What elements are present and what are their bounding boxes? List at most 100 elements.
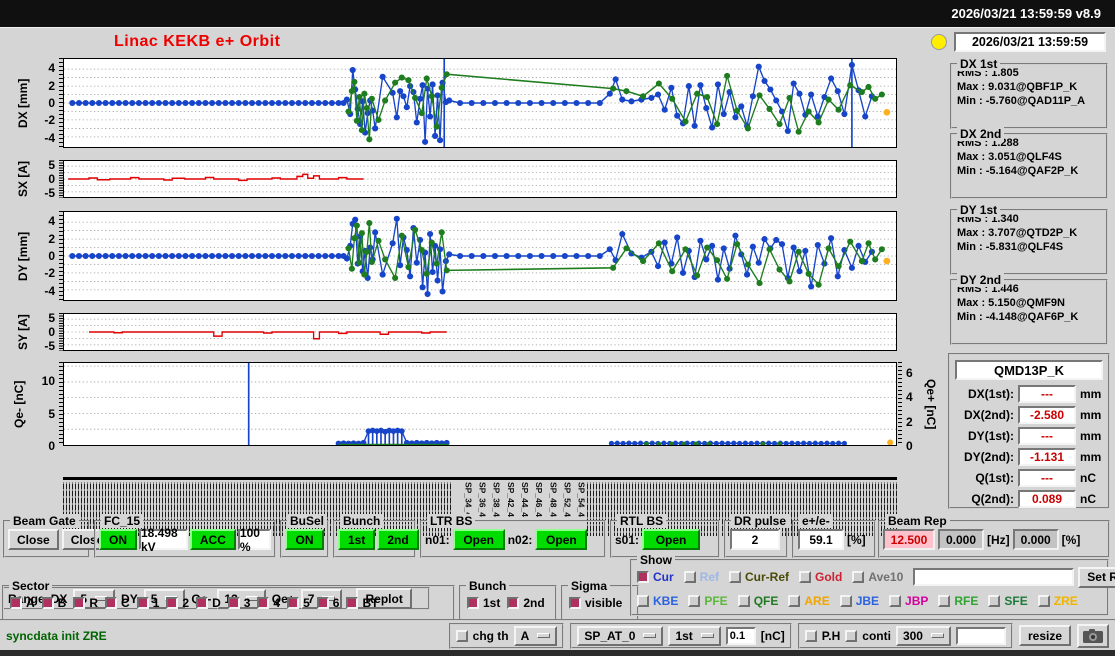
stats-max: Max : 9.031@QBF1P_K — [952, 79, 1106, 93]
sector-item: 4 — [257, 596, 280, 610]
beam-rep-rate-value: 12.500 — [883, 529, 935, 550]
sp-select-dropdown[interactable]: SP_AT_0 — [577, 626, 663, 646]
show-ring-checkbox[interactable] — [840, 595, 852, 607]
show-layer-label: Cur — [653, 570, 674, 584]
show-ring-checkbox[interactable] — [938, 595, 950, 607]
show-ring-checkbox[interactable] — [738, 595, 750, 607]
show-ring-checkbox[interactable] — [637, 595, 649, 607]
ph-label: P.H — [822, 629, 840, 643]
show-layer-checkbox[interactable] — [729, 571, 741, 583]
show-ring-item: JBE — [840, 594, 879, 608]
qmd-row: Q(1st): --- nC — [954, 467, 1104, 488]
sector-checkbox[interactable] — [196, 597, 208, 609]
stats-box-dx-1st: DX 1st RMS : 1.805 Max : 9.031@QBF1P_K M… — [950, 63, 1108, 129]
bunch-checkbox[interactable] — [507, 597, 519, 609]
sector-checkbox[interactable] — [287, 597, 299, 609]
show-layer-checkbox[interactable] — [852, 571, 864, 583]
qmd-row-value: 0.089 — [1018, 490, 1076, 508]
bunch-2nd-button[interactable]: 2nd — [377, 529, 418, 550]
beam-rep-hz-unit: [Hz] — [987, 533, 1010, 547]
fc15-frame: FC_15 ON 18.498 kV ACC 100 % — [94, 520, 276, 558]
show-ring-checkbox[interactable] — [1038, 595, 1050, 607]
bpm-name-label: SP_52_4 — [563, 482, 573, 517]
qmd-row: DX(1st): --- mm — [954, 383, 1104, 404]
show-ring-checkbox[interactable] — [889, 595, 901, 607]
bunch-select-title: Bunch — [466, 579, 509, 593]
sector-checkbox[interactable] — [166, 597, 178, 609]
axis-tick-label: -4 — [44, 284, 55, 298]
sector-checkbox[interactable] — [346, 597, 358, 609]
fc15-acc-button[interactable]: ACC — [190, 529, 236, 550]
ph-checkbox[interactable] — [805, 630, 817, 642]
sector-checkbox[interactable] — [10, 597, 22, 609]
chg-th-checkbox[interactable] — [456, 630, 468, 642]
stats-max: Max : 3.051@QLF4S — [952, 149, 1106, 163]
show-layer-checkbox[interactable] — [684, 571, 696, 583]
dropdown-indicator-icon — [643, 633, 656, 638]
bunch-1st-button[interactable]: 1st — [338, 529, 375, 550]
sector-item-label: B — [58, 596, 67, 610]
sector-checkbox[interactable] — [137, 597, 149, 609]
show-ring-checkbox[interactable] — [788, 595, 800, 607]
ltr-n01-open-button[interactable]: Open — [453, 529, 505, 550]
qmd-row-value: --- — [1018, 385, 1076, 403]
axis-tick-label: -5 — [44, 339, 55, 353]
sector-checkbox[interactable] — [228, 597, 240, 609]
show-ring-label: ARE — [804, 594, 829, 608]
count-select-dropdown[interactable]: 300 — [896, 626, 951, 646]
qmd-row-label: DX(2nd): — [954, 408, 1014, 422]
rtl-s01-open-button[interactable]: Open — [642, 529, 700, 550]
stats-max: Max : 5.150@QMF9N — [952, 295, 1106, 309]
set-ref-button[interactable]: Set Ref — [1078, 567, 1115, 588]
sector-frame: Sector A B R C — [2, 585, 455, 621]
bunch-checkbox[interactable] — [467, 597, 479, 609]
show-ring-label: QFE — [754, 594, 779, 608]
ltr-n02-open-button[interactable]: Open — [535, 529, 587, 550]
resize-button[interactable]: resize — [1019, 625, 1071, 646]
busel-on-button[interactable]: ON — [285, 529, 324, 550]
show-layer-label: Ave10 — [868, 570, 903, 584]
axis-tick-label: -2 — [44, 266, 55, 280]
charge-threshold-input[interactable] — [726, 627, 756, 645]
qmd-row-unit: nC — [1080, 492, 1096, 506]
bunch-item-label: 2nd — [523, 596, 544, 610]
extra-input[interactable] — [956, 627, 1006, 645]
sector-checkbox[interactable] — [257, 597, 269, 609]
sector-item: 1 — [137, 596, 160, 610]
show-layer-checkbox[interactable] — [799, 571, 811, 583]
qmd-row-value: --- — [1018, 469, 1076, 487]
qmd-row-label: DY(2nd): — [954, 450, 1014, 464]
show-layer-checkbox[interactable] — [637, 571, 649, 583]
sector-item: A — [10, 596, 35, 610]
sector-item-label: 6 — [333, 596, 340, 610]
bunch-select-dropdown[interactable]: 1st — [668, 626, 720, 646]
sector-checkbox[interactable] — [73, 597, 85, 609]
th-select-dropdown[interactable]: A — [514, 626, 558, 646]
show-ring-item: QFE — [738, 594, 779, 608]
fc15-on-button[interactable]: ON — [99, 529, 137, 550]
qmd-row-unit: mm — [1080, 408, 1101, 422]
ref-name-input[interactable] — [913, 568, 1074, 586]
ph-conti-group: P.H conti 300 — [798, 623, 1013, 649]
charge-chart — [63, 362, 897, 446]
axis-tick-label: -5 — [44, 186, 55, 200]
sector-checkbox[interactable] — [317, 597, 329, 609]
sector-checkbox[interactable] — [105, 597, 117, 609]
show-ring-checkbox[interactable] — [988, 595, 1000, 607]
sector-checkbox[interactable] — [42, 597, 54, 609]
sector-item: 2 — [166, 596, 189, 610]
sigma-visible-checkbox[interactable] — [569, 597, 581, 609]
sp-group: SP_AT_0 1st [nC] — [570, 623, 791, 649]
conti-checkbox[interactable] — [845, 630, 857, 642]
show-ring-checkbox[interactable] — [688, 595, 700, 607]
fc15-title: FC_15 — [101, 514, 143, 528]
ltr-n02-label: n02: — [508, 533, 533, 547]
dy-axis-label: DY [mm] — [16, 211, 30, 301]
qmd-row-value: -2.580 — [1018, 406, 1076, 424]
beam-gate-close-button-1[interactable]: Close — [8, 529, 59, 550]
screenshot-button[interactable] — [1077, 624, 1109, 648]
stats-min: Min : -4.148@QAF6P_K — [952, 309, 1106, 323]
stats-box-dy-2nd: DY 2nd RMS : 1.446 Max : 5.150@QMF9N Min… — [950, 279, 1108, 345]
charge-unit-label: [nC] — [761, 629, 785, 643]
axis-tick-label: 0 — [48, 96, 55, 110]
